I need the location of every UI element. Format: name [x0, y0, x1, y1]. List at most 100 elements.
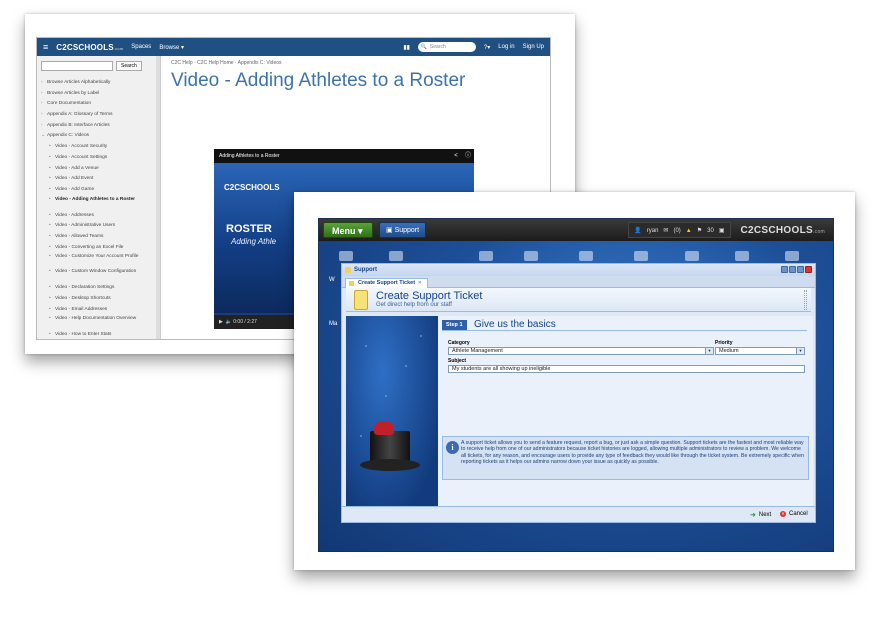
sidebar-tree-item[interactable]: • Video - Help Documentation Overview [41, 315, 156, 330]
sidebar-tree-item[interactable]: • Video - Add Game [41, 185, 156, 196]
header-grip [804, 290, 807, 310]
desktop-shortcut-icon[interactable] [785, 251, 799, 261]
menu-button[interactable]: Menu ▾ [323, 222, 373, 238]
sidebar-tree-item-label: Video - Addresses [55, 212, 94, 218]
sidebar-tree-item[interactable]: • Video - Add Event [41, 174, 156, 185]
help-menu[interactable]: ?▾ [484, 44, 490, 51]
video-roster-text: ROSTER [226, 223, 272, 235]
sidebar-tree-item[interactable]: • Video - Account Settings [41, 153, 156, 164]
sidebar-tree-item[interactable]: › Core Documentation [41, 99, 156, 110]
search-input[interactable]: Search [417, 42, 476, 52]
sidebar-tree-item[interactable]: • Video - Addresses [41, 211, 156, 222]
sidebar-tree-item-label: Video - Administrative Users [55, 223, 116, 229]
desktop-shortcut-icon[interactable] [579, 251, 593, 261]
sidebar-tree-item[interactable]: • Video - Converting an Excel File [41, 243, 156, 254]
sidebar-tree-item[interactable]: • Video - Account Security [41, 142, 156, 153]
sidebar-tree-item-label: Video - Converting an Excel File [55, 244, 124, 250]
window-gear-icon[interactable] [781, 266, 788, 273]
video-titlebar: Adding Athletes to a Roster < ⓘ [214, 149, 474, 163]
chevron-down-icon[interactable]: ▼ [796, 348, 804, 354]
sidebar-scrollbar[interactable] [156, 56, 160, 339]
video-title[interactable]: Adding Athletes to a Roster [219, 149, 280, 163]
window-titlebar[interactable]: Support [342, 264, 815, 276]
sidebar-tree-item[interactable]: › Browse Articles by Label [41, 89, 156, 100]
browse-menu[interactable]: Browse ▾ [159, 44, 184, 51]
sidebar-tree-item[interactable]: • Video - Desktop Shortcuts [41, 294, 156, 305]
subject-input[interactable]: My students are all showing up ineligibl… [448, 365, 805, 373]
sidebar-tree-item[interactable]: ⌄ Appendix C: Videos [41, 131, 156, 142]
next-button[interactable]: ➜ Next [750, 511, 771, 519]
chat-icon[interactable]: ▣ [719, 223, 725, 237]
mail-icon[interactable]: ✉ [663, 223, 668, 237]
priority-value: Medium [719, 348, 739, 354]
message-count[interactable]: (0) [673, 223, 680, 237]
sidebar-tree-item[interactable]: • Video - Adding Athletes to a Roster [41, 196, 156, 211]
warning-icon[interactable]: ▲ [686, 223, 692, 237]
tab-create-support-ticket[interactable]: Create Support Ticket × [345, 278, 429, 288]
desktop-shortcut-icon[interactable] [524, 251, 538, 261]
window-close-icon[interactable] [805, 266, 812, 273]
sidebar-tree-item[interactable]: • Video - Email Addresses [41, 305, 156, 316]
sidebar-tree-item-label: Video - Help Documentation Overview [55, 316, 137, 322]
sidebar-tree-item[interactable]: › Appendix B: Interface Articles [41, 121, 156, 132]
confluence-topbar: ≡ C2CSCHOOLS.com Spaces Browse ▾ ▮▮ Sear… [37, 38, 550, 56]
desktop-shortcut-icon[interactable] [735, 251, 749, 261]
sidebar-tree-item[interactable]: • Video - How to Enter Stats [41, 330, 156, 339]
cancel-button[interactable]: ✕ Cancel [780, 511, 808, 517]
sidebar-tree-item[interactable]: • Video - Administrative Users [41, 221, 156, 232]
sidebar-toggle-icon[interactable]: ▮▮ [403, 44, 410, 51]
c2c-brand-logo: C2CSCHOOLS.com [737, 225, 830, 236]
desktop-shortcut-icon[interactable] [685, 251, 699, 261]
username[interactable]: ryan [647, 223, 659, 237]
desktop-shortcut-icon[interactable] [389, 251, 403, 261]
sidebar-tree-item-label: Video - Customize Your Account Profile [55, 254, 139, 260]
sidebar-tree-item[interactable]: › Appendix A: Glossary of Terms [41, 110, 156, 121]
sidebar-tree-item-label: Video - Add a Venue [55, 165, 99, 171]
chevron-down-icon[interactable]: ▼ [705, 348, 713, 354]
page-tree: › Browse Articles Alphabetically › Browse A… [41, 78, 156, 339]
category-select[interactable]: Athlete Management ▼ [448, 347, 714, 355]
magic-hat-icon [360, 421, 420, 471]
arrow-right-icon: ➜ [750, 512, 756, 519]
sidebar-tree-item[interactable]: • Video - Customize Your Account Profile [41, 253, 156, 268]
sidebar-tree-item[interactable]: • Video - Allowed Teams [41, 232, 156, 243]
sidebar-tree-item-label: Video - How to Enter Stats [55, 332, 112, 338]
sidebar-tree-item[interactable]: • Video - Add a Venue [41, 164, 156, 175]
tab-label: Create Support Ticket [358, 280, 416, 286]
sidebar-tree-item-label: Appendix C: Videos [47, 133, 90, 139]
desktop-shortcut-icon[interactable] [339, 251, 353, 261]
window-maximize-icon[interactable] [797, 266, 804, 273]
hamburger-icon[interactable]: ≡ [43, 42, 48, 52]
sidebar-tree-item-label: Video - Add Game [55, 186, 95, 192]
c2c-logo[interactable]: C2CSCHOOLS.com [56, 43, 123, 52]
desktop-shortcut-icon[interactable] [634, 251, 648, 261]
ticket-icon[interactable]: ⚑ [697, 223, 702, 237]
c2c-logo-suffix: .com [113, 45, 124, 51]
priority-select[interactable]: Medium ▼ [715, 347, 805, 355]
sidebar-tree-item[interactable]: › Browse Articles Alphabetically [41, 78, 156, 89]
ticket-form: Step 1 Give us the basics Category Athle… [438, 316, 813, 506]
signup-link[interactable]: Sign Up [523, 44, 544, 50]
sidebar-tree-item-label: Video - Account Security [55, 144, 108, 150]
login-link[interactable]: Log in [498, 44, 514, 50]
breadcrumb[interactable]: C2C Help · C2C Help Home · Appendix C: V… [171, 60, 540, 66]
sidebar-tree-item-label: Video - Account Settings [55, 154, 108, 160]
sidebar-search-input[interactable] [41, 61, 113, 71]
sidebar-tree-item[interactable]: • Video - Declaration Settings [41, 283, 156, 294]
share-icon[interactable]: < [450, 149, 462, 163]
c2c-logo-text: C2CSCHOOLS [56, 42, 114, 52]
desktop-label[interactable]: W [329, 277, 335, 283]
ticket-count[interactable]: 30 [707, 223, 714, 237]
window-minimize-icon[interactable] [789, 266, 796, 273]
sidebar-search-button[interactable]: Search [116, 61, 142, 71]
spaces-link[interactable]: Spaces [131, 44, 151, 50]
sidebar-tree-item-label: Appendix B: Interface Articles [47, 122, 110, 128]
support-taskbar-button[interactable]: ▣ Support [379, 222, 427, 238]
sidebar-tree-item[interactable]: • Video - Custom Window Configuration [41, 268, 156, 283]
info-box: i A support ticket allows you to send a … [442, 436, 809, 480]
sidebar-tree-item-label: Video - Add Event [55, 176, 94, 182]
info-icon[interactable]: ⓘ [462, 149, 474, 163]
tab-close-icon[interactable]: × [418, 280, 421, 286]
desktop-label[interactable]: Ma [329, 321, 337, 327]
desktop-shortcut-icon[interactable] [479, 251, 493, 261]
